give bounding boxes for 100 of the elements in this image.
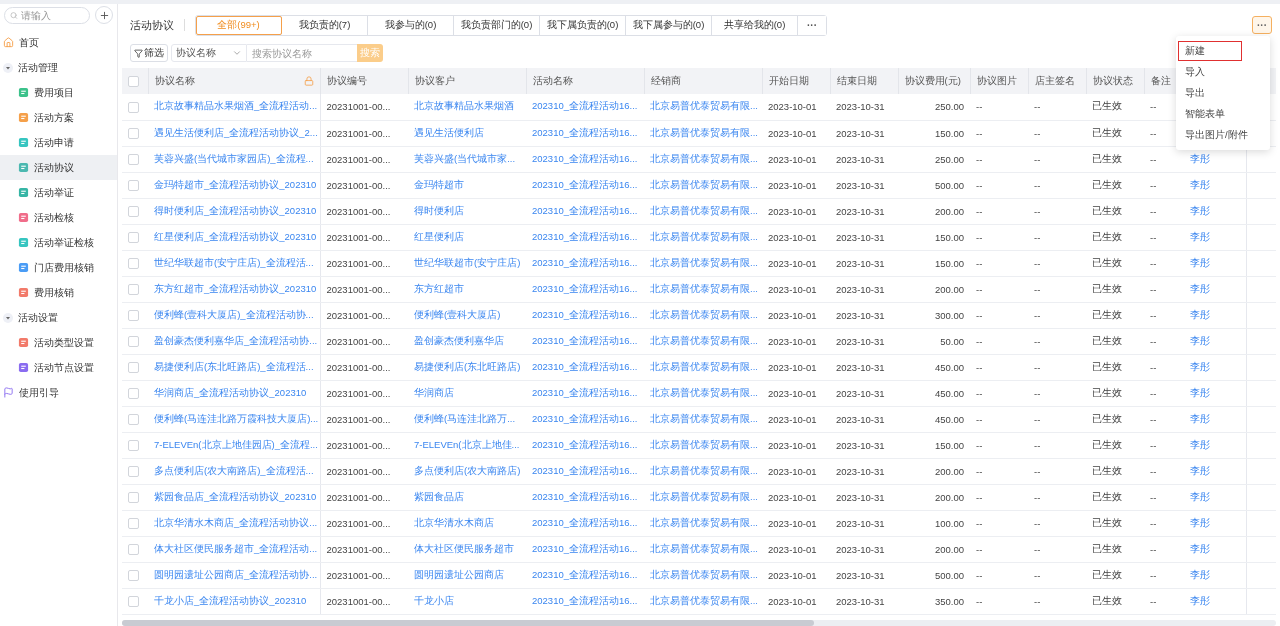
table-link[interactable]: 北京易普优泰贸易有限... <box>650 334 756 348</box>
table-link[interactable]: 多点便利店(农大南路店) <box>414 464 520 478</box>
table-link[interactable]: 202310_全流程活动16... <box>532 100 638 114</box>
table-link[interactable]: 李彤 <box>1190 412 1240 426</box>
table-link[interactable]: 202310_全流程活动16... <box>532 360 638 374</box>
table-link[interactable]: 李彤 <box>1190 568 1240 582</box>
table-link[interactable]: 202310_全流程活动16... <box>532 568 638 582</box>
row-checkbox[interactable] <box>128 232 139 243</box>
table-link[interactable]: 易捷便利店(东北旺路店) <box>414 360 520 374</box>
row-checkbox[interactable] <box>128 544 139 555</box>
table-link[interactable]: 李彤 <box>1190 308 1240 322</box>
table-link[interactable]: 北京易普优泰贸易有限... <box>650 438 756 452</box>
table-link[interactable]: 202310_全流程活动16... <box>532 594 638 608</box>
table-link[interactable]: 圆明园遗址公园商店 <box>414 568 520 582</box>
table-link[interactable]: 金玛特超市_全流程活动协议_202310 <box>154 178 314 192</box>
table-link[interactable]: 202310_全流程活动16... <box>532 282 638 296</box>
nav-group[interactable]: 活动管理 <box>0 55 117 80</box>
table-link[interactable]: 202310_全流程活动16... <box>532 204 638 218</box>
table-link[interactable]: 北京易普优泰贸易有限... <box>650 542 756 556</box>
table-link[interactable]: 李彤 <box>1190 204 1240 218</box>
menu-item[interactable]: 导出图片/附件 <box>1178 125 1268 145</box>
table-link[interactable]: 202310_全流程活动16... <box>532 412 638 426</box>
table-link[interactable]: 李彤 <box>1190 334 1240 348</box>
nav-item[interactable]: 活动申请 <box>0 130 117 155</box>
add-button[interactable] <box>95 6 113 24</box>
row-checkbox[interactable] <box>128 154 139 165</box>
table-link[interactable]: 202310_全流程活动16... <box>532 152 638 166</box>
table-link[interactable]: 紫园食品店_全流程活动协议_202310 <box>154 490 314 504</box>
row-checkbox[interactable] <box>128 284 139 295</box>
table-link[interactable]: 北京易普优泰贸易有限... <box>650 126 756 140</box>
table-link[interactable]: 李彤 <box>1190 594 1240 608</box>
table-link[interactable]: 便利蜂(马连洼北路万... <box>414 412 520 426</box>
row-checkbox[interactable] <box>128 128 139 139</box>
table-link[interactable]: 李彤 <box>1190 386 1240 400</box>
menu-item[interactable]: 导出 <box>1178 83 1268 103</box>
table-link[interactable]: 202310_全流程活动16... <box>532 178 638 192</box>
more-button[interactable]: ··· <box>1252 16 1272 34</box>
table-link[interactable]: 北京易普优泰贸易有限... <box>650 230 756 244</box>
table-link[interactable]: 红星便利店 <box>414 230 520 244</box>
table-link[interactable]: 北京易普优泰贸易有限... <box>650 568 756 582</box>
table-link[interactable]: 202310_全流程活动16... <box>532 334 638 348</box>
table-link[interactable]: 东方红超市_全流程活动协议_202310 <box>154 282 314 296</box>
table-link[interactable]: 李彤 <box>1190 516 1240 530</box>
nav-item[interactable]: 活动节点设置 <box>0 355 117 380</box>
table-link[interactable]: 北京易普优泰贸易有限... <box>650 594 756 608</box>
table-link[interactable]: 202310_全流程活动16... <box>532 438 638 452</box>
row-checkbox[interactable] <box>128 570 139 581</box>
filter-button[interactable]: 筛选 <box>130 44 168 62</box>
table-link[interactable]: 遇见生活便利店 <box>414 126 520 140</box>
nav-item[interactable]: 费用项目 <box>0 80 117 105</box>
scrollbar[interactable] <box>122 620 1276 626</box>
table-link[interactable]: 千龙小店_全流程活动协议_202310 <box>154 594 314 608</box>
nav-item[interactable]: 门店费用核销 <box>0 255 117 280</box>
table-link[interactable]: 世纪华联超市(安宁庄店) <box>414 256 520 270</box>
table-link[interactable]: 李彤 <box>1190 464 1240 478</box>
table-link[interactable]: 李彤 <box>1190 490 1240 504</box>
select-all-checkbox[interactable] <box>128 76 139 87</box>
table-link[interactable]: 红星便利店_全流程活动协议_202310 <box>154 230 314 244</box>
table-link[interactable]: 多点便利店(农大南路店)_全流程活... <box>154 464 314 478</box>
menu-item[interactable]: 导入 <box>1178 62 1268 82</box>
nav-item[interactable]: 费用核销 <box>0 280 117 305</box>
table-link[interactable]: 便利蜂(壹科大厦店)_全流程活动协... <box>154 308 314 322</box>
row-checkbox[interactable] <box>128 362 139 373</box>
table-link[interactable]: 盈创豪杰便利嘉华店 <box>414 334 520 348</box>
row-checkbox[interactable] <box>128 492 139 503</box>
table-link[interactable]: 202310_全流程活动16... <box>532 256 638 270</box>
table-link[interactable]: 北京易普优泰贸易有限... <box>650 256 756 270</box>
table-link[interactable]: 202310_全流程活动16... <box>532 516 638 530</box>
table-link[interactable]: 北京故事精品水果烟酒 <box>414 100 520 114</box>
table-link[interactable]: 金玛特超市 <box>414 178 520 192</box>
row-checkbox[interactable] <box>128 336 139 347</box>
row-checkbox[interactable] <box>128 258 139 269</box>
table-link[interactable]: 得时便利店_全流程活动协议_202310 <box>154 204 314 218</box>
table-link[interactable]: 202310_全流程活动16... <box>532 386 638 400</box>
table-link[interactable]: 李彤 <box>1190 438 1240 452</box>
table-link[interactable]: 北京易普优泰贸易有限... <box>650 178 756 192</box>
table-link[interactable]: 芙蓉兴盛(当代城市家... <box>414 152 520 166</box>
table-link[interactable]: 202310_全流程活动16... <box>532 308 638 322</box>
table-link[interactable]: 202310_全流程活动16... <box>532 126 638 140</box>
table-link[interactable]: 李彤 <box>1190 256 1240 270</box>
table-link[interactable]: 李彤 <box>1190 360 1240 374</box>
table-link[interactable]: 得时便利店 <box>414 204 520 218</box>
table-link[interactable]: 北京易普优泰贸易有限... <box>650 204 756 218</box>
table-link[interactable]: 东方红超市 <box>414 282 520 296</box>
table-link[interactable]: 202310_全流程活动16... <box>532 230 638 244</box>
nav-item[interactable]: 活动检核 <box>0 205 117 230</box>
nav-item[interactable]: 使用引导 <box>0 380 117 405</box>
table-link[interactable]: 北京华清水木商店 <box>414 516 520 530</box>
nav-item[interactable]: 活动举证 <box>0 180 117 205</box>
nav-item[interactable]: 活动协议 <box>0 155 117 180</box>
row-checkbox[interactable] <box>128 596 139 607</box>
field-select[interactable]: 协议名称 <box>171 44 247 62</box>
row-checkbox[interactable] <box>128 388 139 399</box>
table-link[interactable]: 北京易普优泰贸易有限... <box>650 282 756 296</box>
table-link[interactable]: 李彤 <box>1190 178 1240 192</box>
nav-item[interactable]: 活动类型设置 <box>0 330 117 355</box>
table-link[interactable]: 便利蜂(壹科大厦店) <box>414 308 520 322</box>
table-link[interactable]: 北京易普优泰贸易有限... <box>650 360 756 374</box>
table-link[interactable]: 李彤 <box>1190 542 1240 556</box>
table-link[interactable]: 李彤 <box>1190 282 1240 296</box>
